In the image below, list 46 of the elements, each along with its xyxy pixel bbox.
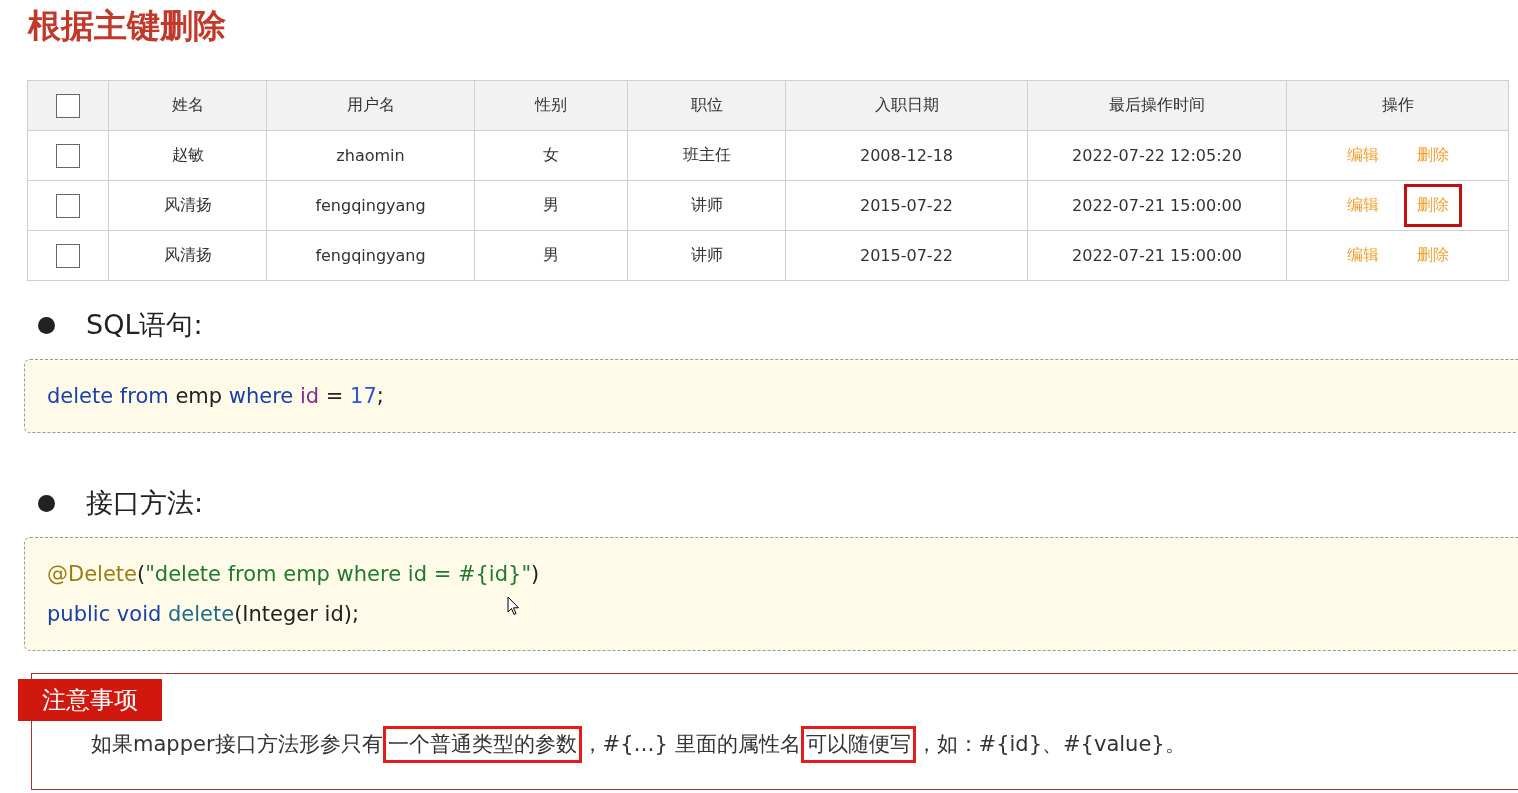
column-header: 入职日期 xyxy=(874,95,939,114)
table-cell: 男 xyxy=(543,195,559,214)
note-label: 注意事项 xyxy=(18,679,162,721)
section-heading: SQL语句: xyxy=(86,308,203,342)
edit-link[interactable]: 编辑 xyxy=(1333,234,1392,277)
bullet-icon xyxy=(38,316,55,334)
delete-link[interactable]: 删除 xyxy=(1403,184,1462,227)
edit-link[interactable]: 编辑 xyxy=(1333,134,1392,177)
bullet-icon xyxy=(38,494,55,512)
table-cell: 女 xyxy=(543,145,559,164)
table-cell: 讲师 xyxy=(690,195,723,214)
table-cell: 讲师 xyxy=(690,245,723,264)
section-heading: 接口方法: xyxy=(86,486,204,520)
row-checkbox[interactable] xyxy=(56,243,80,268)
column-header: 性别 xyxy=(535,95,567,114)
table-cell: 班主任 xyxy=(682,145,731,164)
column-header: 职位 xyxy=(690,95,723,114)
table-cell: fengqingyang xyxy=(315,196,426,215)
row-checkbox[interactable] xyxy=(56,143,80,168)
code-line: delete from emp where id = 17; xyxy=(47,383,384,410)
table-cell: 2022-07-22 12:05:20 xyxy=(1072,146,1242,165)
table-cell: fengqingyang xyxy=(315,246,426,265)
page-title: 根据主键删除 xyxy=(26,5,227,47)
row-checkbox[interactable] xyxy=(56,193,80,218)
table-cell: 赵敏 xyxy=(171,145,204,164)
column-header: 用户名 xyxy=(346,95,395,114)
table-cell: 2022-07-21 15:00:00 xyxy=(1072,196,1242,215)
table-cell: 2022-07-21 15:00:00 xyxy=(1072,246,1242,265)
code-line: public void delete(Integer id); xyxy=(47,601,359,628)
table-cell: 风清扬 xyxy=(163,245,212,264)
table-cell: 风清扬 xyxy=(163,195,212,214)
table-cell: zhaomin xyxy=(336,146,405,165)
table-cell: 2015-07-22 xyxy=(860,196,953,215)
mouse-pointer-icon xyxy=(507,596,521,616)
select-all-checkbox[interactable] xyxy=(56,93,80,118)
column-header: 姓名 xyxy=(171,95,204,114)
code-line: @Delete("delete from emp where id = #{id}") xyxy=(47,561,540,588)
table-cell: 2015-07-22 xyxy=(860,246,953,265)
delete-link[interactable]: 删除 xyxy=(1403,134,1462,177)
edit-link[interactable]: 编辑 xyxy=(1333,184,1392,227)
table-cell: 男 xyxy=(543,245,559,264)
column-header: 操作 xyxy=(1381,95,1414,114)
table-cell: 2008-12-18 xyxy=(860,146,953,165)
note-text: 如果mapper接口方法形参只有 一个普通类型的参数 ，#{…} 里面的属性名 可以随便写 ，如：#{id}、#{value}。 xyxy=(91,726,1186,764)
column-header: 最后操作时间 xyxy=(1109,95,1205,114)
delete-link[interactable]: 删除 xyxy=(1403,234,1462,277)
